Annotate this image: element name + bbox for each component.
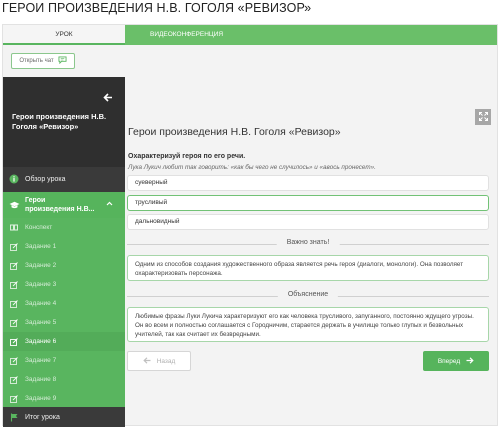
edit-icon	[3, 261, 25, 270]
open-chat-button[interactable]: Открыть чат	[11, 53, 75, 69]
active-topic-line-2: произведения Н.В...	[25, 206, 95, 213]
sidebar-item-task-4[interactable]: Задание 4	[3, 294, 125, 313]
sidebar-item-task-1[interactable]: Задание 1	[3, 237, 125, 256]
sidebar-item-label: Задание 8	[25, 376, 57, 383]
sidebar-item-label: Итог урока	[25, 413, 60, 421]
back-label: Назад	[156, 357, 176, 365]
sidebar-item-active-topic[interactable]: Герои произведения Н.В...	[3, 192, 125, 218]
back-button[interactable]: Назад	[127, 351, 191, 371]
sidebar-item-label: Задание 9	[25, 395, 57, 402]
tab-bar: УРОК ВИДЕОКОНФЕРЕНЦИЯ	[3, 25, 497, 45]
edit-icon	[3, 280, 25, 289]
page-title: ГЕРОИ ПРОИЗВЕДЕНИЯ Н.В. ГОГОЛЯ «РЕВИЗОР»	[2, 1, 312, 15]
sidebar-item-task-6[interactable]: Задание 6	[3, 332, 125, 351]
sidebar-item-task-9[interactable]: Задание 9	[3, 389, 125, 408]
explanation-heading: Объяснение	[277, 291, 339, 298]
sidebar-item-task-3[interactable]: Задание 3	[3, 275, 125, 294]
sidebar-item-label: Задание 3	[25, 281, 57, 288]
expand-icon	[478, 108, 488, 126]
important-box: Одним из способов создания художественно…	[127, 255, 489, 281]
book-icon	[3, 224, 25, 231]
flag-icon	[3, 413, 25, 422]
sidebar-header: Герои произведения Н.В. Гоголя «Ревизор»	[3, 77, 125, 167]
graduation-cap-icon	[3, 201, 25, 210]
lesson-content: Герои произведения Н.В. Гоголя «Ревизор»…	[125, 45, 497, 425]
tab-lesson[interactable]: УРОК	[3, 25, 125, 45]
expand-fullscreen-button[interactable]	[475, 109, 491, 125]
sidebar-item-overview[interactable]: Обзор урока	[3, 169, 125, 189]
info-icon	[3, 174, 25, 184]
sidebar-item-label: Задание 5	[25, 319, 57, 326]
open-chat-label: Открыть чат	[19, 58, 54, 64]
edit-icon	[3, 299, 25, 308]
sidebar-lesson-title: Герои произведения Н.В. Гоголя «Ревизор»	[12, 112, 107, 131]
edit-icon	[3, 242, 25, 251]
active-topic-line-1: Герои	[25, 197, 46, 204]
sidebar-item-summary[interactable]: Итог урока	[3, 407, 125, 427]
sidebar-item-label: Герои произведения Н.В...	[25, 196, 94, 214]
explanation-divider: Объяснение	[127, 291, 489, 301]
important-divider: Важно знать!	[127, 239, 489, 249]
explanation-box: Любимые фразы Луки Лукича характеризуют …	[127, 307, 489, 342]
sidebar-item-task-2[interactable]: Задание 2	[3, 256, 125, 275]
sidebar-item-label: Конспект	[25, 224, 53, 231]
edit-icon	[3, 337, 25, 346]
sidebar-item-task-7[interactable]: Задание 7	[3, 351, 125, 370]
sidebar-item-label: Задание 1	[25, 243, 57, 250]
sidebar-item-label: Обзор урока	[25, 175, 66, 183]
edit-icon	[3, 356, 25, 365]
chat-icon	[58, 56, 67, 66]
next-button[interactable]: Вперед	[423, 351, 489, 371]
answer-option-3[interactable]: дальновидный	[127, 214, 489, 230]
tab-videoconference[interactable]: ВИДЕОКОНФЕРЕНЦИЯ	[125, 25, 497, 45]
sidebar-item-label: Задание 2	[25, 262, 57, 269]
back-arrow-icon[interactable]	[103, 89, 113, 107]
question-text: Охарактеризуй героя по его речи.	[128, 153, 246, 160]
edit-icon	[3, 375, 25, 384]
question-hint: Лука Лукич любит так говорить: «как бы ч…	[128, 164, 376, 171]
edit-icon	[3, 394, 25, 403]
sidebar-item-task-5[interactable]: Задание 5	[3, 313, 125, 332]
lesson-title: Герои произведения Н.В. Гоголя «Ревизор»	[128, 126, 341, 138]
sidebar-item-label: Задание 6	[25, 338, 57, 345]
answer-option-1[interactable]: суеверный	[127, 175, 489, 191]
sidebar-item-label: Задание 4	[25, 300, 57, 307]
sidebar-item-notes[interactable]: Конспект	[3, 218, 125, 237]
edit-icon	[3, 318, 25, 327]
arrow-left-icon	[143, 356, 151, 366]
chevron-up-icon[interactable]	[106, 201, 113, 208]
sidebar-item-label: Задание 7	[25, 357, 57, 364]
next-label: Вперед	[437, 357, 461, 365]
important-heading: Важно знать!	[276, 239, 340, 246]
answer-option-2-selected[interactable]: трусливый	[127, 195, 489, 211]
lesson-frame: УРОК ВИДЕОКОНФЕРЕНЦИЯ Открыть чат Герои …	[2, 24, 498, 427]
arrow-right-icon	[466, 356, 474, 366]
sidebar: Герои произведения Н.В. Гоголя «Ревизор»…	[3, 77, 125, 408]
sidebar-item-task-8[interactable]: Задание 8	[3, 370, 125, 389]
